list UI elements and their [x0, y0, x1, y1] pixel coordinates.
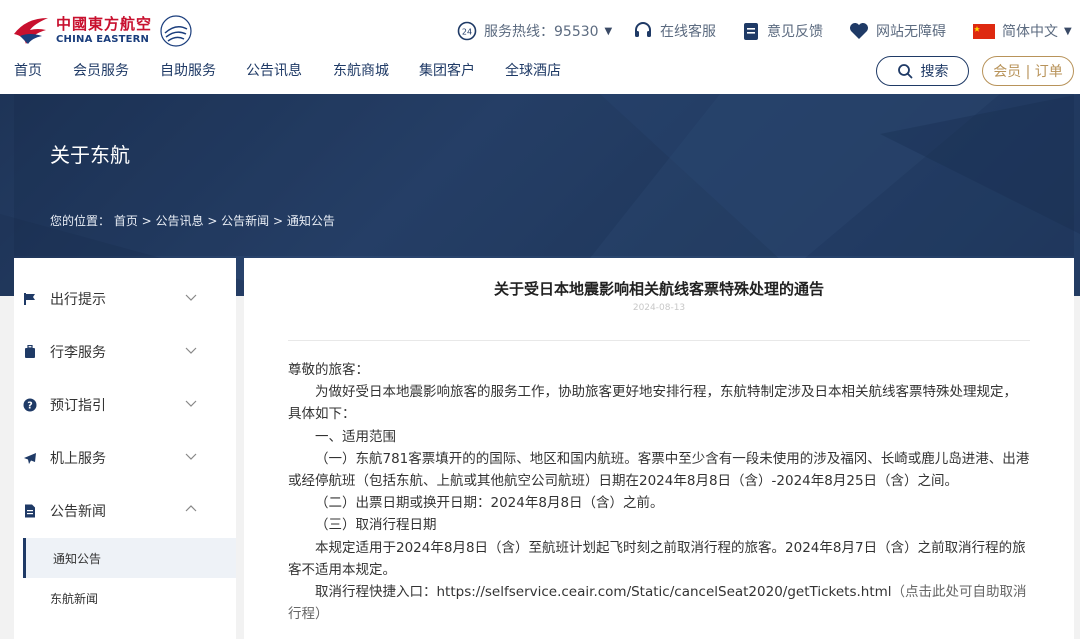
- page-title: 关于东航: [50, 143, 130, 167]
- nav-mall[interactable]: 东航商城: [333, 60, 389, 80]
- chevron-down-icon: [185, 347, 197, 354]
- sidebar-item-inflight[interactable]: 机上服务: [14, 431, 236, 484]
- nav-hotels[interactable]: 全球酒店: [505, 60, 561, 80]
- nav-announcements[interactable]: 公告讯息: [246, 60, 302, 80]
- flag-icon: [24, 293, 35, 305]
- swallow-logo-icon: [14, 18, 48, 44]
- cancel-entry-paragraph: 取消行程快捷入口：https://selfservice.ceair.com/S…: [288, 581, 1030, 625]
- breadcrumb[interactable]: 您的位置： 首页 > 公告讯息 > 公告新闻 > 通知公告: [50, 212, 335, 229]
- online-service-link[interactable]: 在线客服: [633, 20, 716, 42]
- sidebar-item-label: 预订指引: [50, 398, 106, 414]
- accessibility-label: 网站无障碍: [876, 24, 946, 40]
- divider: [288, 340, 1030, 341]
- chevron-down-icon: ▼: [604, 25, 613, 37]
- sidebar-item-baggage[interactable]: 行李服务: [14, 325, 236, 378]
- article-section-heading: 一、适用范围: [315, 428, 396, 445]
- nav-home[interactable]: 首页: [14, 60, 42, 80]
- question-icon: ?: [23, 398, 37, 412]
- top-header: 中國東方航空 CHINA EASTERN 24 服务热线：95530 ▼ 在线客…: [0, 0, 1080, 94]
- luggage-icon: [25, 345, 35, 358]
- cancel-entry-label: 取消行程快捷入口：: [315, 584, 437, 601]
- banner-overlay: [14, 94, 1074, 256]
- sidebar-subitem-notices[interactable]: 通知公告: [23, 538, 236, 578]
- member-order-label: 会员 | 订单: [993, 64, 1063, 80]
- sidebar-subitem-label: 通知公告: [53, 552, 102, 566]
- feedback-link[interactable]: 意见反馈: [742, 20, 823, 42]
- article-greeting: 尊敬的旅客：: [288, 362, 369, 378]
- sidebar-item-booking-guide[interactable]: ? 预订指引: [14, 378, 236, 431]
- article-paragraph: （三）取消行程日期: [315, 517, 437, 534]
- article-body: 尊敬的旅客： 为做好受日本地震影响旅客的服务工作，协助旅客更好地安排行程，东航特…: [288, 359, 1030, 625]
- article-panel: 关于受日本地震影响相关航线客票特殊处理的通告 2024-08-13 尊敬的旅客：…: [244, 258, 1074, 639]
- sidebar-subitem-label: 东航新闻: [50, 592, 99, 606]
- clipboard-icon: [744, 23, 758, 40]
- language-label: 简体中文: [1002, 24, 1058, 40]
- phone-24h-icon: 24: [457, 21, 477, 41]
- nav-self-service[interactable]: 自助服务: [160, 60, 216, 80]
- sidebar-item-travel-tips[interactable]: 出行提示: [14, 272, 236, 325]
- plane-icon: [24, 453, 36, 464]
- sidebar-item-news[interactable]: 公告新闻: [14, 484, 236, 537]
- language-dropdown[interactable]: 简体中文 ▼: [973, 20, 1072, 42]
- hotline-label: 服务热线：95530: [484, 24, 599, 40]
- chevron-down-icon: [185, 294, 197, 301]
- sidebar: 出行提示 行李服务 ? 预订指引 机上服务 公告新闻 通知公告 东航新闻: [14, 258, 236, 639]
- logo-english-text: CHINA EASTERN: [56, 34, 150, 45]
- article-paragraph: （一）东航781客票填开的的国际、地区和国内航班。客票中至少含有一段未使用的涉及…: [288, 450, 1030, 490]
- skyteam-logo-icon: [160, 15, 192, 47]
- sidebar-item-label: 行李服务: [50, 345, 106, 361]
- china-flag-icon: [973, 23, 995, 39]
- article-paragraph: （二）出票日期或换开日期：2024年8月8日（含）之前。: [315, 495, 664, 512]
- nav-corporate[interactable]: 集团客户: [419, 60, 475, 80]
- member-order-button[interactable]: 会员 | 订单: [982, 56, 1074, 86]
- feedback-label: 意见反馈: [767, 24, 823, 40]
- logo-chinese-text: 中國東方航空: [56, 15, 153, 33]
- accessibility-link[interactable]: 网站无障碍: [849, 20, 946, 42]
- headset-icon: [635, 22, 651, 37]
- china-eastern-logo[interactable]: 中國東方航空 CHINA EASTERN: [12, 13, 194, 49]
- article-date: 2024-08-13: [632, 303, 686, 313]
- online-service-label: 在线客服: [660, 24, 716, 40]
- sidebar-item-label: 机上服务: [50, 451, 106, 467]
- chevron-down-icon: ▼: [1064, 25, 1072, 37]
- article-title: 关于受日本地震影响相关航线客票特殊处理的通告: [493, 280, 824, 298]
- chevron-down-icon: [185, 400, 197, 407]
- heart-icon: [850, 23, 868, 39]
- chevron-down-icon: [185, 453, 197, 460]
- search-icon: [897, 64, 912, 79]
- svg-text:24: 24: [462, 28, 472, 37]
- hotline-dropdown[interactable]: 24 服务热线：95530 ▼: [457, 20, 612, 42]
- sidebar-subitem-company-news[interactable]: 东航新闻: [23, 578, 236, 618]
- sidebar-item-label: 公告新闻: [50, 504, 106, 520]
- article-intro: 为做好受日本地震影响旅客的服务工作，协助旅客更好地安排行程，东航特制定涉及日本相…: [288, 384, 1017, 423]
- sidebar-item-label: 出行提示: [50, 292, 106, 308]
- chevron-up-icon: [185, 505, 197, 512]
- svg-text:?: ?: [27, 401, 33, 412]
- nav-member-services[interactable]: 会员服务: [73, 60, 129, 80]
- search-button[interactable]: 搜索: [876, 56, 969, 86]
- search-label: 搜索: [920, 64, 949, 80]
- document-icon: [25, 504, 35, 518]
- cancel-trip-link[interactable]: https://selfservice.ceair.com/Static/can…: [437, 584, 892, 600]
- article-paragraph: 本规定适用于2024年8月8日（含）至航班计划起飞时刻之前取消行程的旅客。202…: [288, 539, 1026, 578]
